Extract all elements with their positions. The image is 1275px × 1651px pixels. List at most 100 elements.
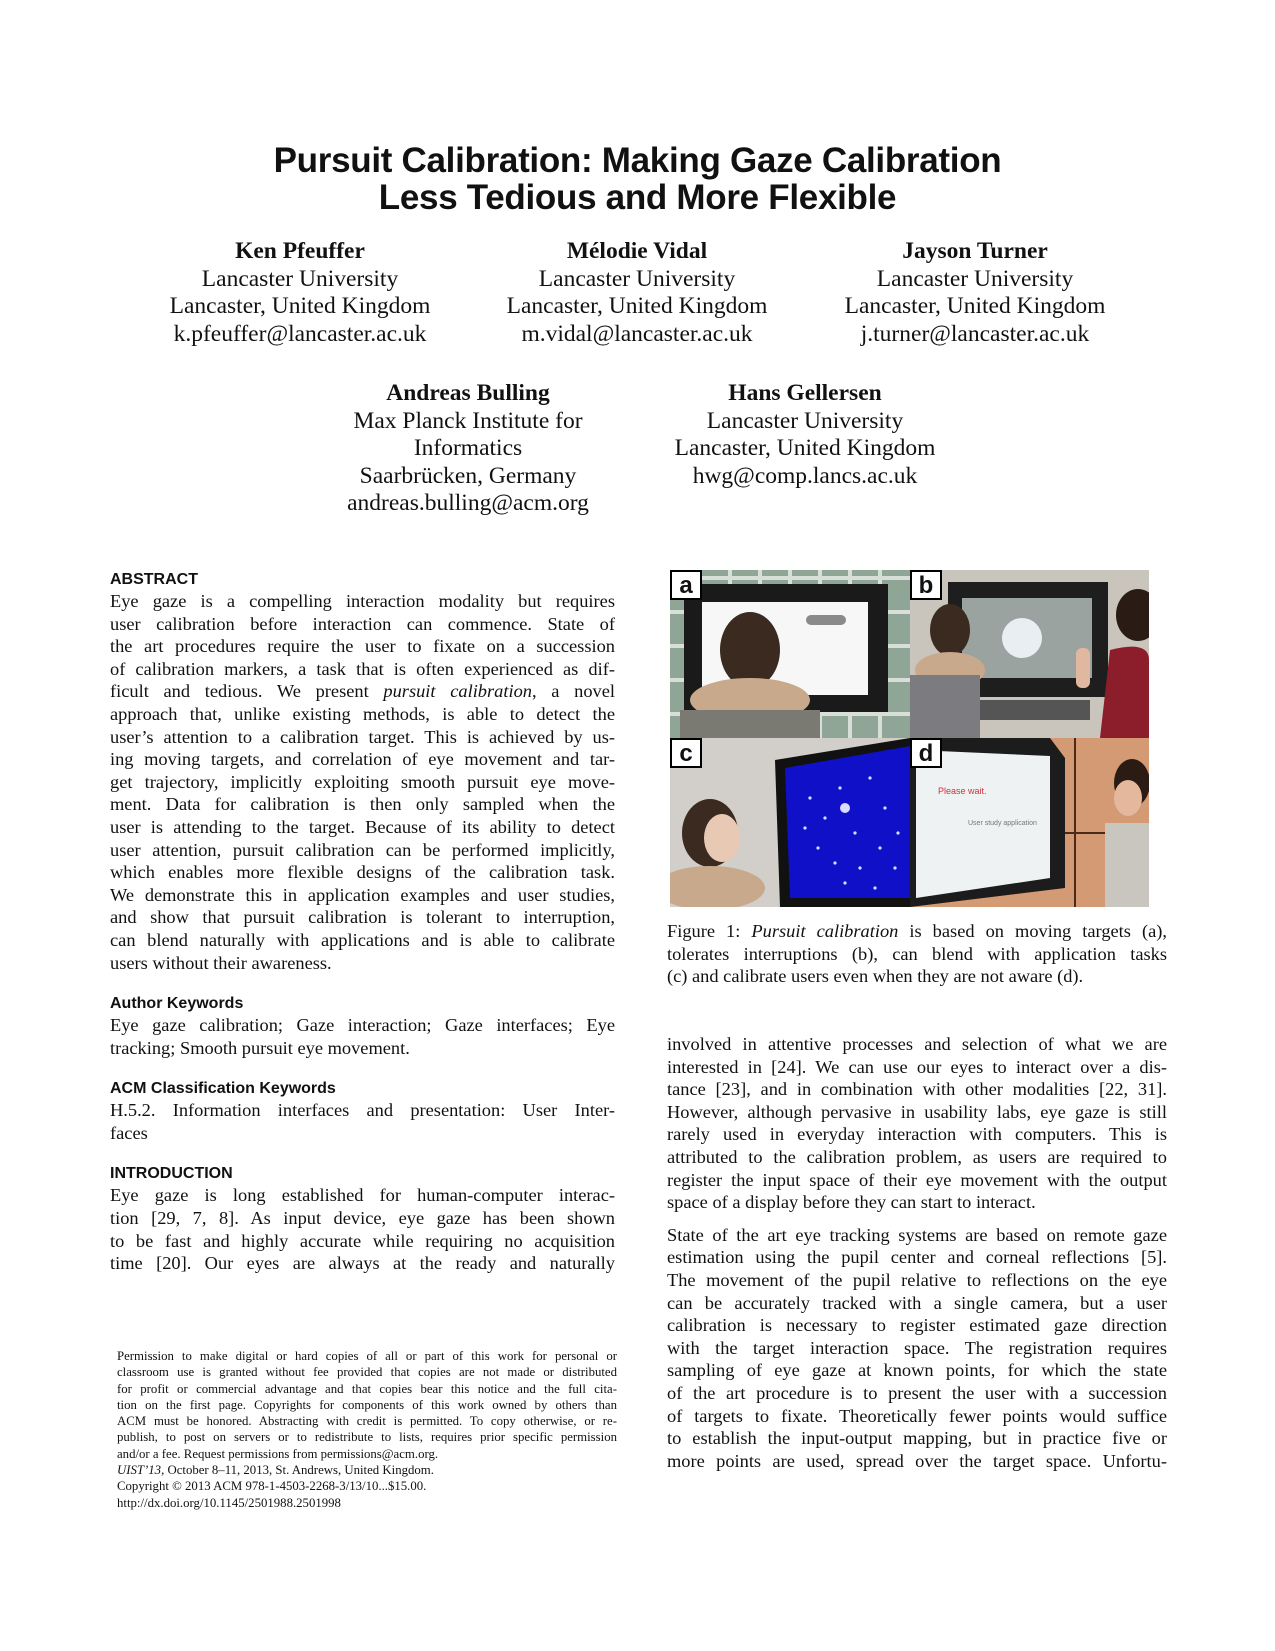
author-affiliation: Lancaster University [538, 265, 736, 292]
figure-panel-c: c [670, 738, 910, 907]
author-name: Andreas Bulling [386, 380, 550, 406]
copyright-line: Copyright © 2013 ACM 978-1-4503-2268-3/1… [117, 1479, 427, 1494]
footer-line: ACM must be honored. Abstracting with cr… [117, 1414, 617, 1429]
author-location: Saarbrücken, Germany [359, 462, 577, 489]
author-name: Mélodie Vidal [566, 238, 708, 264]
caption-italic: Pursuit calibration [751, 921, 899, 941]
author-location: Lancaster, United Kingdom [169, 293, 431, 319]
acm-keywords-heading: ACM Classification Keywords [110, 1080, 336, 1098]
author-email[interactable]: j.turner@lancaster.ac.uk [840, 321, 1110, 349]
introduction-heading: INTRODUCTION [110, 1165, 233, 1183]
abstract-line: the art procedures require the user to f… [110, 636, 615, 657]
abstract-line: user’s attention to a calibration target… [110, 726, 615, 747]
body-line: involved in attentive processes and sele… [667, 1034, 1167, 1054]
footer-line: Permission to make digital or hard copie… [117, 1349, 617, 1363]
intro-line: tion [29, 7, 8]. As input device, eye ga… [110, 1208, 615, 1229]
figure-1: a b c Please wait. User study applicatio… [670, 570, 1149, 907]
body-line: register the input space of their eye mo… [667, 1169, 1167, 1190]
author-5: Hans Gellersen Lancaster University Lanc… [670, 380, 940, 490]
author-affiliation: Lancaster University [876, 265, 1074, 292]
abstract-line: which enables more flexible designs of t… [110, 862, 615, 883]
body-line: of the art procedure is to present the u… [667, 1382, 1167, 1403]
caption-line: (c) and calibrate users even when they a… [667, 966, 1084, 987]
body-line: can be accurately tracked with a single … [667, 1292, 1167, 1313]
title-line-2: Less Tedious and More Flexible [378, 178, 897, 217]
right-column: involved in attentive processes and sele… [667, 1033, 1167, 1472]
author-name: Jayson Turner [902, 238, 1048, 264]
venue-line: UIST’13, October 8–11, 2013, St. Andrews… [117, 1462, 617, 1478]
venue-name: UIST’13 [117, 1463, 162, 1478]
caption-prefix: Figure 1: [667, 921, 752, 941]
author-3: Jayson Turner Lancaster University Lanca… [840, 238, 1110, 348]
abstract-line: approach that, unlike existing methods, … [110, 703, 615, 724]
body-line: attributed to the calibration problem, a… [667, 1146, 1167, 1167]
figure-panel-a: a [670, 570, 910, 738]
body-line: The movement of the pupil relative to re… [667, 1269, 1167, 1290]
footer-line: and/or a fee. Request permissions from p… [117, 1446, 439, 1461]
abstract-line: Eye gaze is a compelling interaction mod… [110, 591, 615, 611]
footer-line: publish, to post on servers or to redist… [117, 1430, 617, 1445]
author-email[interactable]: k.pfeuffer@lancaster.ac.uk [165, 321, 435, 349]
abstract-line: and show that pursuit calibration is tol… [110, 907, 615, 928]
body-line: to establish the input-output mapping, b… [667, 1428, 1167, 1449]
intro-line: to be fast and highly accurate while req… [110, 1230, 615, 1251]
body-line: rarely used in everyday interaction with… [667, 1124, 1167, 1145]
screen-text-please-wait: Please wait. [938, 786, 987, 796]
figure-panel-d: Please wait. User study application d [910, 738, 1149, 907]
body-line: However, although pervasive in usability… [667, 1101, 1167, 1122]
author-email[interactable]: hwg@comp.lancs.ac.uk [670, 463, 940, 491]
body-line: more points are used, spread over the ta… [667, 1450, 1167, 1471]
venue-details: , October 8–11, 2013, St. Andrews, Unite… [161, 1463, 434, 1478]
abstract-text: , a novel [531, 681, 615, 702]
author-affiliation: Lancaster University [201, 265, 399, 292]
figure-panel-b: b [910, 570, 1149, 738]
paper-title: Pursuit Calibration: Making Gaze Calibra… [0, 142, 1275, 216]
author-email[interactable]: andreas.bulling@acm.org [333, 490, 603, 518]
doi-link[interactable]: http://dx.doi.org/10.1145/2501988.250199… [117, 1495, 617, 1511]
author-keywords-heading: Author Keywords [110, 995, 244, 1013]
intro-line: Eye gaze is long established for human-c… [110, 1185, 615, 1206]
author-affiliation: Lancaster University [706, 407, 904, 434]
body-line: interested in [24]. We can use our eyes … [667, 1056, 1167, 1077]
author-location: Lancaster, United Kingdom [844, 293, 1106, 319]
panel-label-d: d [910, 738, 942, 768]
author-location: Lancaster, United Kingdom [506, 293, 768, 319]
intro-line: time [20]. Our eyes are always at the re… [110, 1253, 615, 1274]
footer-line: classroom use is granted without fee pro… [117, 1365, 617, 1380]
author-name: Ken Pfeuffer [235, 238, 365, 264]
abstract-text: ficult and tedious. We present [110, 681, 384, 702]
figure-caption: Figure 1: Pursuit calibration is based o… [667, 920, 1167, 988]
abstract-line: ficult and tedious. We present pursuit c… [110, 680, 615, 703]
abstract-line: user is attending to the target. Because… [110, 816, 615, 837]
author-4: Andreas Bulling Max Planck Institute for… [333, 380, 603, 518]
author-location: Lancaster, United Kingdom [674, 435, 936, 461]
abstract-heading: ABSTRACT [110, 571, 198, 588]
abstract-line: users without their awareness. [110, 952, 332, 973]
footer-line: for profit or commercial advantage and t… [117, 1381, 617, 1396]
author-1: Ken Pfeuffer Lancaster University Lancas… [165, 238, 435, 348]
body-line: calibration is necessary to register est… [667, 1315, 1167, 1336]
author-email[interactable]: m.vidal@lancaster.ac.uk [502, 321, 772, 349]
body-line: with the target interaction space. The r… [667, 1337, 1167, 1358]
abstract-line: get trajectory, implicitly exploiting sm… [110, 771, 615, 792]
body-line: of targets to fixate. Theoretically fewe… [667, 1405, 1167, 1426]
abstract-line: We demonstrate this in application examp… [110, 884, 615, 905]
author-keywords-line: tracking; Smooth pursuit eye movement. [110, 1037, 410, 1058]
abstract-line: can blend naturally with applications an… [110, 929, 615, 950]
caption-line: Figure 1: Pursuit calibration is based o… [667, 920, 1167, 943]
panel-label-c: c [670, 738, 702, 768]
author-2: Mélodie Vidal Lancaster University Lanca… [502, 238, 772, 348]
paragraph-2: State of the art eye tracking systems ar… [667, 1224, 1167, 1473]
paragraph-1: involved in attentive processes and sele… [667, 1033, 1167, 1214]
italic-term: pursuit calibration [383, 681, 532, 702]
abstract-line: ment. Data for calibration is then only … [110, 794, 615, 815]
abstract-line: user attention, pursuit calibration can … [110, 839, 615, 860]
panel-b-photo [910, 582, 1149, 738]
caption-text: is based on moving targets (a), [898, 921, 1167, 941]
screen-text-user-study: User study application [968, 820, 1037, 827]
body-line: space of a display before they can start… [667, 1192, 1036, 1213]
left-column: ABSTRACT Eye gaze is a compelling intera… [110, 570, 615, 1275]
abstract-line: of calibration markers, a task that is o… [110, 658, 615, 679]
panel-label-a: a [670, 570, 702, 600]
abstract-line: ing moving targets, and correlation of e… [110, 749, 615, 770]
